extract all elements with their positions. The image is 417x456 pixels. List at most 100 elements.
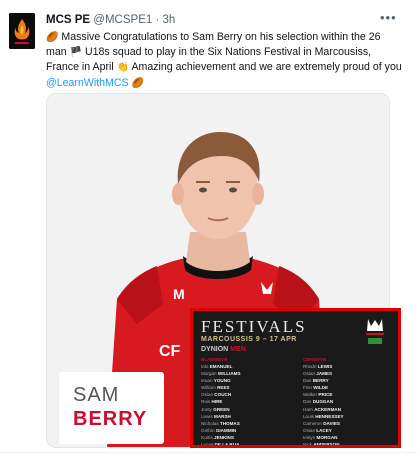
- divider: [0, 452, 417, 453]
- author-name[interactable]: MCS PE: [46, 14, 90, 26]
- rugby-ball-icon-2: 🏉: [131, 77, 144, 89]
- squad-row: Gethin GIAMMIN: [201, 427, 295, 434]
- author-handle[interactable]: @MCSPE1: [93, 14, 152, 26]
- player-last-name: ACKERMAN: [314, 406, 342, 412]
- tweet-line-3-end: Amazing achievement and we are extremely…: [129, 61, 402, 74]
- poster-subtitle: MARCOUSSIS 9 – 17 APR: [201, 336, 297, 343]
- mention-link[interactable]: @LearnWithMCS: [46, 77, 129, 89]
- player-last-name: ANDERSON: [313, 442, 340, 448]
- player-first-name: Osian: [303, 427, 316, 433]
- squad-row: Iolo EMANUEL: [201, 363, 295, 370]
- player-last-name: LEWIS: [317, 364, 333, 369]
- tweet-line-1: Massive Congratulations to Sam Berry on …: [58, 31, 381, 43]
- player-first-name: Finn: [303, 385, 312, 391]
- flame-logo-icon: [9, 13, 35, 49]
- player-first-name: Iestyn: [303, 434, 316, 440]
- player-last-name: DE LA RUA: [214, 442, 240, 448]
- player-first-name: William: [201, 385, 216, 391]
- clap-icon: 👏: [116, 62, 130, 74]
- svg-text:CF: CF: [159, 343, 181, 360]
- player-last-name: WILDE: [313, 385, 329, 391]
- player-last-name: YOUNG: [213, 378, 231, 384]
- rugby-ball-icon: 🏉: [46, 32, 59, 43]
- player-first-name: Lucas: [201, 442, 214, 448]
- wales-flag-icon: 🏴: [69, 47, 83, 59]
- poster-team: DYNION MEN: [201, 346, 246, 353]
- squad-row: Osian LACEY: [303, 427, 397, 434]
- player-last-name: REES: [217, 385, 230, 391]
- player-last-name: GIAMMIN: [215, 427, 237, 433]
- player-last-name: HENNESSEY: [315, 413, 344, 419]
- player-first-name: Kurtis: [201, 434, 213, 440]
- player-first-name: Walker: [303, 392, 318, 398]
- squad-row: Cameron DAVIES: [303, 420, 397, 427]
- timestamp[interactable]: 3h: [163, 14, 176, 26]
- player-last-name: HIRE: [211, 399, 223, 405]
- name-card: SAM BERRY: [59, 372, 164, 444]
- squad-row: Morgan WILLIAMS: [201, 370, 295, 377]
- squad-row: Nicholas THOMAS: [201, 420, 295, 427]
- player-first-name: Nicholas: [201, 420, 219, 426]
- squad-row: Louis HENNESSEY: [303, 413, 397, 420]
- player-last-name: EMANUEL: [209, 364, 233, 369]
- player-first-name: Osian: [303, 371, 316, 377]
- player-first-name: Cameron: [303, 420, 322, 426]
- svg-text:M: M: [173, 286, 185, 302]
- player-first-name: Jonty: [201, 406, 212, 412]
- player-last-name: GREEN: [213, 406, 230, 412]
- tweet-header: MCS PE @MCSPE1 · 3h: [46, 14, 175, 26]
- tweet-line-2-start: man: [46, 46, 70, 59]
- player-first-name: Morgan: [201, 371, 217, 377]
- player-last-name: COUCH: [214, 392, 232, 398]
- separator: ·: [155, 14, 160, 26]
- backs-header: CEFNWYR: [303, 357, 327, 362]
- squad-row: Lewis MARSH: [201, 413, 295, 420]
- player-first-name: Rois: [201, 399, 211, 405]
- avatar[interactable]: [9, 13, 35, 49]
- squad-poster[interactable]: FESTIVALS MARCOUSSIS 9 – 17 APR DYNION M…: [190, 308, 401, 448]
- player-last-name: DAVIES: [323, 420, 340, 426]
- backs-column: CEFNWYR Rhodri LEWIS Osian JAMES Dan BERRY…: [303, 357, 397, 448]
- wru-crest-icon: [366, 319, 384, 344]
- player-first-name: Osian: [201, 392, 214, 398]
- squad-row: Iestyn MORGAN: [303, 434, 397, 441]
- squad-row: Rois HIRE: [201, 398, 295, 405]
- player-first-name: Gethin: [201, 427, 215, 433]
- player-last-name: BERRY: [312, 378, 329, 384]
- player-last-name: WILLIAMS: [217, 371, 241, 377]
- squad-row: Kurtis JENKINS: [201, 434, 295, 441]
- player-first-name: Dan: [303, 378, 312, 384]
- squad-row: Osian COUCH: [201, 391, 295, 398]
- squad-row: Finn WILDE: [303, 384, 397, 391]
- player-first-name: Rhodri: [303, 364, 317, 369]
- squad-row: Harri ACKERMAN: [303, 406, 397, 413]
- squad-row: Ieuan YOUNG: [201, 377, 295, 384]
- team-label: DYNION: [201, 346, 229, 353]
- team-accent: MEN: [230, 346, 246, 353]
- squad-row: Osian JAMES: [303, 370, 397, 377]
- player-last-name: JENKINS: [214, 434, 234, 440]
- player-first-name: Louis: [303, 413, 314, 419]
- forwards-header: BLAENWYR: [201, 357, 228, 362]
- player-last-name: JAMES: [316, 371, 333, 377]
- tweet-text: 🏉 Massive Congratulations to Sam Berry o…: [46, 30, 406, 91]
- squad-columns: BLAENWYR Iolo EMANUEL Morgan WILLIAMS Ieua…: [201, 357, 397, 448]
- player-first-name: Ieuan: [201, 378, 213, 384]
- squad-row: William REES: [201, 384, 295, 391]
- player-last-name: PRICE: [318, 392, 333, 398]
- player-last-name: THOMAS: [219, 420, 240, 426]
- more-icon[interactable]: •••: [380, 10, 397, 25]
- tweet-line-3: France in April: [46, 61, 117, 74]
- player-first-name: Dan: [303, 399, 312, 405]
- squad-row: Jonty GREEN: [201, 406, 295, 413]
- last-name: BERRY: [73, 408, 148, 430]
- player-last-name: LACEY: [316, 427, 332, 433]
- squad-row: Dan DUGGAN: [303, 398, 397, 405]
- poster-title: FESTIVALS: [201, 317, 307, 336]
- tweet-line-2-end: U18s squad to play in the Six Nations Fe…: [82, 46, 372, 59]
- player-first-name: Lewis: [201, 413, 213, 419]
- squad-row: Dan BERRY: [303, 377, 397, 384]
- player-last-name: MARSH: [214, 413, 231, 419]
- forwards-column: BLAENWYR Iolo EMANUEL Morgan WILLIAMS Ieua…: [201, 357, 295, 448]
- player-last-name: MORGAN: [316, 434, 338, 440]
